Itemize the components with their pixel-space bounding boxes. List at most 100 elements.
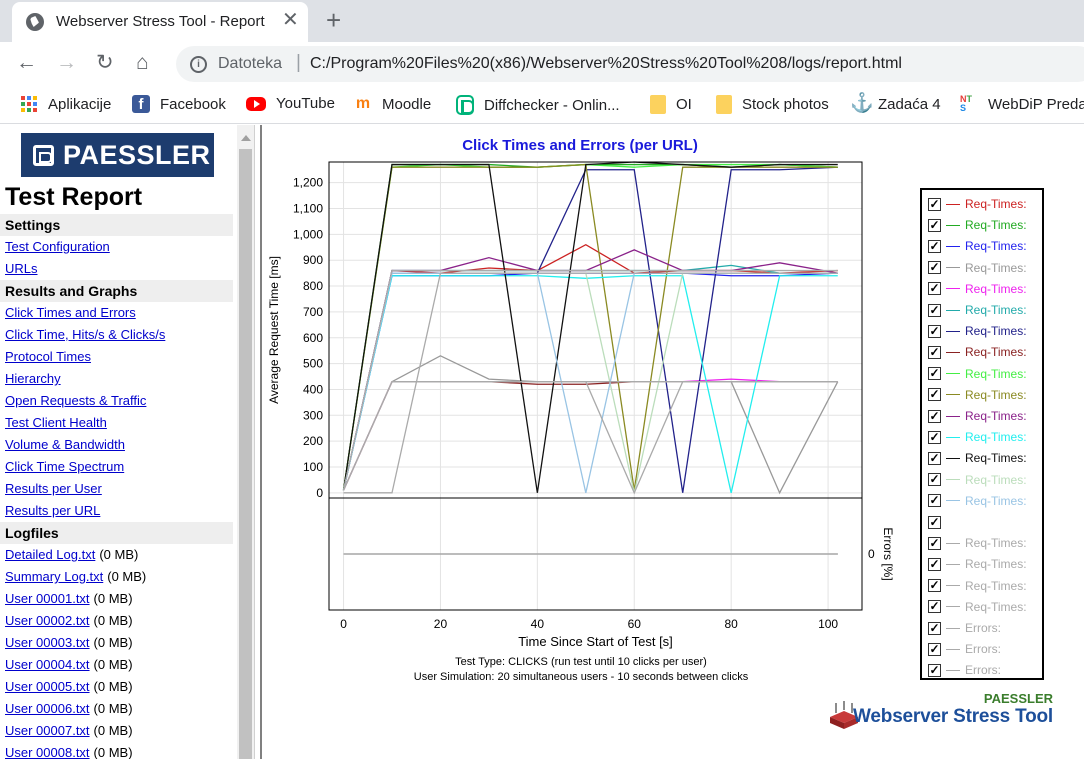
y-tick-label: 1,100 bbox=[293, 202, 323, 216]
legend-checkbox[interactable]: ✓ bbox=[928, 218, 941, 232]
legend-swatch bbox=[946, 563, 960, 565]
bookmark-diffchecker[interactable]: Diffchecker - Onlin... bbox=[456, 95, 620, 115]
legend-checkbox[interactable]: ✓ bbox=[928, 345, 941, 359]
legend-checkbox[interactable]: ✓ bbox=[928, 324, 941, 338]
file-size: (0 MB) bbox=[93, 679, 133, 694]
info-icon[interactable]: i bbox=[190, 56, 207, 73]
new-tab-icon[interactable]: + bbox=[326, 7, 341, 33]
nav-item: Results per URL bbox=[0, 500, 237, 522]
legend-checkbox[interactable]: ✓ bbox=[928, 621, 941, 635]
nav-section-heading: Results and Graphs bbox=[0, 280, 233, 302]
legend-checkbox[interactable]: ✓ bbox=[928, 579, 941, 593]
nav-link[interactable]: Test Configuration bbox=[5, 239, 110, 254]
nav-link[interactable]: Detailed Log.txt bbox=[5, 547, 95, 562]
nav-link[interactable]: User 00001.txt bbox=[5, 591, 90, 606]
nts-icon: NT S bbox=[960, 94, 972, 113]
nav-item: User 00005.txt (0 MB) bbox=[0, 676, 237, 698]
brand-product-name: Webserver Stress Tool bbox=[853, 706, 1053, 727]
address-bar[interactable]: i Datoteka | C:/Program%20Files%20(x86)/… bbox=[176, 46, 1084, 82]
legend-checkbox[interactable]: ✓ bbox=[928, 473, 941, 487]
legend-checkbox[interactable]: ✓ bbox=[928, 430, 941, 444]
scroll-up-icon[interactable] bbox=[241, 135, 251, 141]
nav-link[interactable]: Open Requests & Traffic bbox=[5, 393, 146, 408]
forward-icon[interactable]: → bbox=[56, 52, 77, 74]
nav-link[interactable]: User 00005.txt bbox=[5, 679, 90, 694]
legend-checkbox[interactable]: ✓ bbox=[928, 388, 941, 402]
nav-link[interactable]: Volume & Bandwidth bbox=[5, 437, 125, 452]
moodle-icon: m bbox=[355, 95, 371, 112]
nav-link[interactable]: Test Client Health bbox=[5, 415, 107, 430]
legend-swatch bbox=[946, 457, 960, 459]
bookmark-label: Aplikacije bbox=[48, 95, 112, 113]
legend-checkbox[interactable]: ✓ bbox=[928, 261, 941, 275]
sidebar-scrollbar[interactable] bbox=[237, 125, 254, 759]
legend-checkbox[interactable]: ✓ bbox=[928, 197, 941, 211]
browser-toolbar: ← → ↻ ⌂ i Datoteka | C:/Program%20Files%… bbox=[0, 42, 1084, 86]
nav-link[interactable]: URLs bbox=[5, 261, 38, 276]
bookmark-youtube[interactable]: YouTube bbox=[246, 95, 335, 112]
nav-link[interactable]: User 00002.txt bbox=[5, 613, 90, 628]
bookmark-moodle[interactable]: m Moodle bbox=[354, 95, 431, 113]
legend-swatch bbox=[946, 394, 960, 396]
bookmark-label: OI bbox=[676, 96, 692, 113]
nav-link[interactable]: Protocol Times bbox=[5, 349, 91, 364]
legend-checkbox[interactable]: ✓ bbox=[928, 451, 941, 465]
nav-link[interactable]: User 00004.txt bbox=[5, 657, 90, 672]
legend-checkbox[interactable]: ✓ bbox=[928, 409, 941, 423]
legend-checkbox[interactable]: ✓ bbox=[928, 600, 941, 614]
nav-link[interactable]: Click Time, Hits/s & Clicks/s bbox=[5, 327, 165, 342]
legend-checkbox[interactable]: ✓ bbox=[928, 367, 941, 381]
series-line bbox=[342, 381, 838, 491]
legend-label: Req-Times: bbox=[965, 239, 1027, 254]
tab-report[interactable]: Webserver Stress Tool - Report ✕ bbox=[12, 2, 308, 42]
bookmark-label: WebDiP Preda bbox=[988, 95, 1084, 113]
bookmark-stock-photos[interactable]: Stock photos bbox=[716, 95, 829, 114]
nav-link[interactable]: Results per URL bbox=[5, 503, 100, 518]
legend-entry: ✓ Req-Times: bbox=[928, 301, 1027, 319]
legend-checkbox[interactable]: ✓ bbox=[928, 642, 941, 656]
bookmark-facebook[interactable]: f Facebook bbox=[132, 95, 226, 113]
nav-link[interactable]: User 00003.txt bbox=[5, 635, 90, 650]
legend-checkbox[interactable]: ✓ bbox=[928, 494, 941, 508]
nav-link[interactable]: User 00006.txt bbox=[5, 701, 90, 716]
nav-link[interactable]: Summary Log.txt bbox=[5, 569, 103, 584]
legend-checkbox[interactable]: ✓ bbox=[928, 557, 941, 571]
bookmark-apps[interactable]: Aplikacije bbox=[20, 95, 111, 113]
home-icon[interactable]: ⌂ bbox=[136, 52, 149, 74]
legend-checkbox[interactable]: ✓ bbox=[928, 239, 941, 253]
legend-entry: ✓ Req-Times: bbox=[928, 386, 1027, 404]
bookmark-webdip[interactable]: NT S WebDiP Preda bbox=[960, 95, 1084, 113]
legend-checkbox[interactable]: ✓ bbox=[928, 536, 941, 550]
nav-link[interactable]: User 00007.txt bbox=[5, 723, 90, 738]
series-line bbox=[342, 381, 838, 491]
close-tab-icon[interactable]: ✕ bbox=[282, 10, 299, 30]
frame-divider[interactable] bbox=[254, 125, 262, 759]
brand-paessler: PAESSLER bbox=[983, 691, 1053, 706]
folder-icon bbox=[650, 95, 666, 114]
nav-item: User 00003.txt (0 MB) bbox=[0, 632, 237, 654]
nav-link[interactable]: Results per User bbox=[5, 481, 102, 496]
errors-axis-label: Errors [%] bbox=[881, 527, 895, 580]
nav-item: User 00002.txt (0 MB) bbox=[0, 610, 237, 632]
back-icon[interactable]: ← bbox=[16, 52, 37, 74]
bookmark-zadaca[interactable]: ⚓ Zadaća 4 bbox=[850, 94, 941, 113]
legend-checkbox[interactable]: ✓ bbox=[928, 282, 941, 296]
apps-icon bbox=[20, 95, 38, 113]
legend-checkbox[interactable]: ✓ bbox=[928, 515, 941, 529]
y-tick-label: 500 bbox=[303, 357, 323, 371]
nav-link[interactable]: User 00008.txt bbox=[5, 745, 90, 759]
address-url[interactable]: C:/Program%20Files%20(x86)/Webserver%20S… bbox=[310, 55, 902, 73]
y-tick-label: 800 bbox=[303, 279, 323, 293]
nav-link[interactable]: Click Times and Errors bbox=[5, 305, 136, 320]
legend-checkbox[interactable]: ✓ bbox=[928, 303, 941, 317]
legend-checkbox[interactable]: ✓ bbox=[928, 663, 941, 677]
paessler-logo: PAESSLER bbox=[21, 133, 214, 177]
legend-label: Errors: bbox=[965, 642, 1001, 657]
nav-link[interactable]: Click Time Spectrum bbox=[5, 459, 124, 474]
scrollbar-thumb[interactable] bbox=[239, 149, 252, 759]
y-tick-label: 600 bbox=[303, 331, 323, 345]
nav-link[interactable]: Hierarchy bbox=[5, 371, 61, 386]
tab-title: Webserver Stress Tool - Report bbox=[56, 13, 265, 30]
bookmark-oi[interactable]: OI bbox=[650, 95, 692, 114]
reload-icon[interactable]: ↻ bbox=[96, 52, 114, 74]
